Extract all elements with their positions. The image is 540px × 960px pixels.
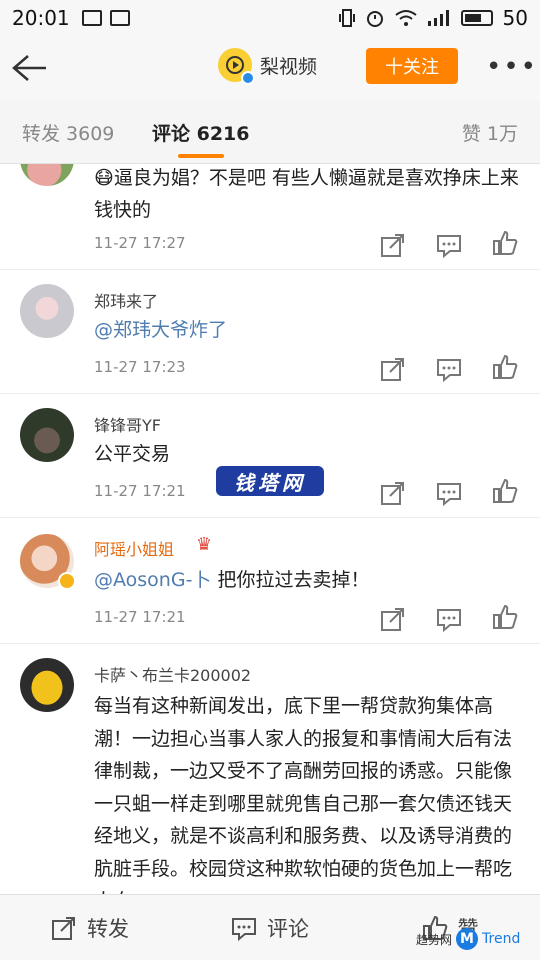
comment-content[interactable]: @郑玮大爷炸了	[94, 314, 524, 346]
comment-nickname[interactable]: 卡萨丶布兰卡200002	[94, 662, 251, 686]
like-icon[interactable]	[492, 230, 518, 256]
comment-content: @AosonG-卜 把你拉过去卖掉！	[94, 564, 524, 596]
share-icon[interactable]	[380, 232, 406, 258]
comment-item: 阿瑶小姐姐 ♛ @AosonG-卜 把你拉过去卖掉！ 11-27 17:21	[0, 518, 540, 644]
comment-button[interactable]: 评论	[180, 895, 360, 960]
bottom-action-bar: 转发 评论 赞	[0, 894, 540, 960]
comment-label: 评论	[267, 916, 309, 941]
battery-icon	[460, 10, 493, 26]
battery-percent: 50	[502, 6, 528, 30]
crown-badge-icon: ♛	[196, 534, 213, 555]
avatar[interactable]	[20, 658, 74, 712]
comment-content: 每当有这种新闻发出，底下里一帮贷款狗集体高潮！一边担心当事人家人的报复和事情闹大…	[94, 695, 513, 894]
comment-content: 😷逼良为娼？不是吧 有些人懒逼就是喜欢挣床上来钱快的	[94, 164, 524, 226]
share-icon[interactable]	[380, 356, 406, 382]
tab-active-indicator	[178, 154, 224, 158]
like-icon[interactable]	[492, 354, 518, 380]
tab-reposts[interactable]: 转发 3609	[22, 119, 114, 146]
corner-watermark: 趋势网 M Trend	[416, 928, 520, 950]
comment-time: 11-27 17:21	[94, 608, 186, 626]
tabs-bar: 转发 3609 评论 6216 赞 1万	[0, 100, 540, 164]
vibrate-icon	[338, 9, 355, 27]
like-icon[interactable]	[492, 604, 518, 630]
comment-item: 卡萨丶布兰卡200002 每当有这种新闻发出，底下里一帮贷款狗集体高潮！一边担心…	[0, 644, 540, 894]
play-icon	[226, 56, 244, 74]
comment-item: 郑玮来了 @郑玮大爷炸了 11-27 17:23	[0, 270, 540, 394]
comment-icon[interactable]	[436, 232, 462, 258]
comment-icon[interactable]	[436, 356, 462, 382]
trend-logo-icon: M	[456, 928, 479, 950]
repost-label: 转发	[87, 916, 129, 941]
account-name: 梨视频	[260, 55, 318, 78]
comment-feed[interactable]: 😷逼良为娼？不是吧 有些人懒逼就是喜欢挣床上来钱快的 11-27 17:27 郑…	[0, 164, 540, 894]
account-avatar	[218, 48, 255, 85]
comment-time: 11-27 17:23	[94, 358, 186, 376]
avatar[interactable]	[20, 284, 74, 338]
wifi-icon	[394, 10, 417, 26]
avatar[interactable]	[20, 534, 76, 590]
comment-icon[interactable]	[436, 606, 462, 632]
news-icon	[109, 10, 130, 26]
signal-icon	[427, 10, 449, 26]
status-bar: 20:01 50	[0, 0, 540, 36]
back-button[interactable]	[0, 36, 60, 100]
comment-icon[interactable]	[436, 480, 462, 506]
comment-nickname[interactable]: 阿瑶小姐姐	[94, 536, 174, 560]
corner-watermark-text: 趋势网	[416, 932, 453, 947]
comment-text: 逼良为娼？不是吧 有些人懒逼就是喜欢挣床上来钱快的	[94, 167, 519, 221]
share-icon[interactable]	[380, 480, 406, 506]
avatar[interactable]	[20, 408, 74, 462]
tab-likes[interactable]: 赞 1万	[462, 119, 518, 146]
comment-nickname[interactable]: 锋锋哥YF	[94, 412, 161, 436]
account-header[interactable]: 梨视频	[218, 48, 318, 85]
comment-time: 11-27 17:21	[94, 482, 186, 500]
watermark-logo: 钱塔网	[216, 466, 324, 496]
avatar[interactable]	[20, 164, 74, 186]
comment-text: 把你拉过去卖掉！	[211, 569, 370, 591]
more-options-button[interactable]: •••	[486, 52, 538, 82]
alarm-icon	[366, 11, 383, 27]
gallery-icon	[81, 10, 102, 26]
back-arrow-icon	[12, 55, 46, 81]
corner-watermark-brand: Trend	[482, 931, 521, 947]
tab-comments[interactable]: 评论 6216	[152, 119, 250, 146]
repost-icon	[52, 916, 75, 940]
follow-button[interactable]: 十关注	[366, 48, 458, 84]
repost-button[interactable]: 转发	[0, 895, 180, 960]
comment-time: 11-27 17:27	[94, 234, 186, 252]
share-icon[interactable]	[380, 606, 406, 632]
comment-nickname[interactable]: 郑玮来了	[94, 288, 158, 312]
vip-badge-icon	[58, 572, 76, 590]
comment-item: 😷逼良为娼？不是吧 有些人懒逼就是喜欢挣床上来钱快的 11-27 17:27	[0, 164, 540, 270]
like-icon[interactable]	[492, 478, 518, 504]
mask-emoji-icon: 😷	[94, 167, 114, 189]
verified-badge-icon	[241, 71, 255, 85]
comment-item: 锋锋哥YF 公平交易 11-27 17:21	[0, 394, 540, 518]
comment-icon	[232, 917, 256, 941]
status-time: 20:01	[12, 6, 70, 30]
comment-mention[interactable]: @AosonG-卜	[94, 569, 211, 591]
